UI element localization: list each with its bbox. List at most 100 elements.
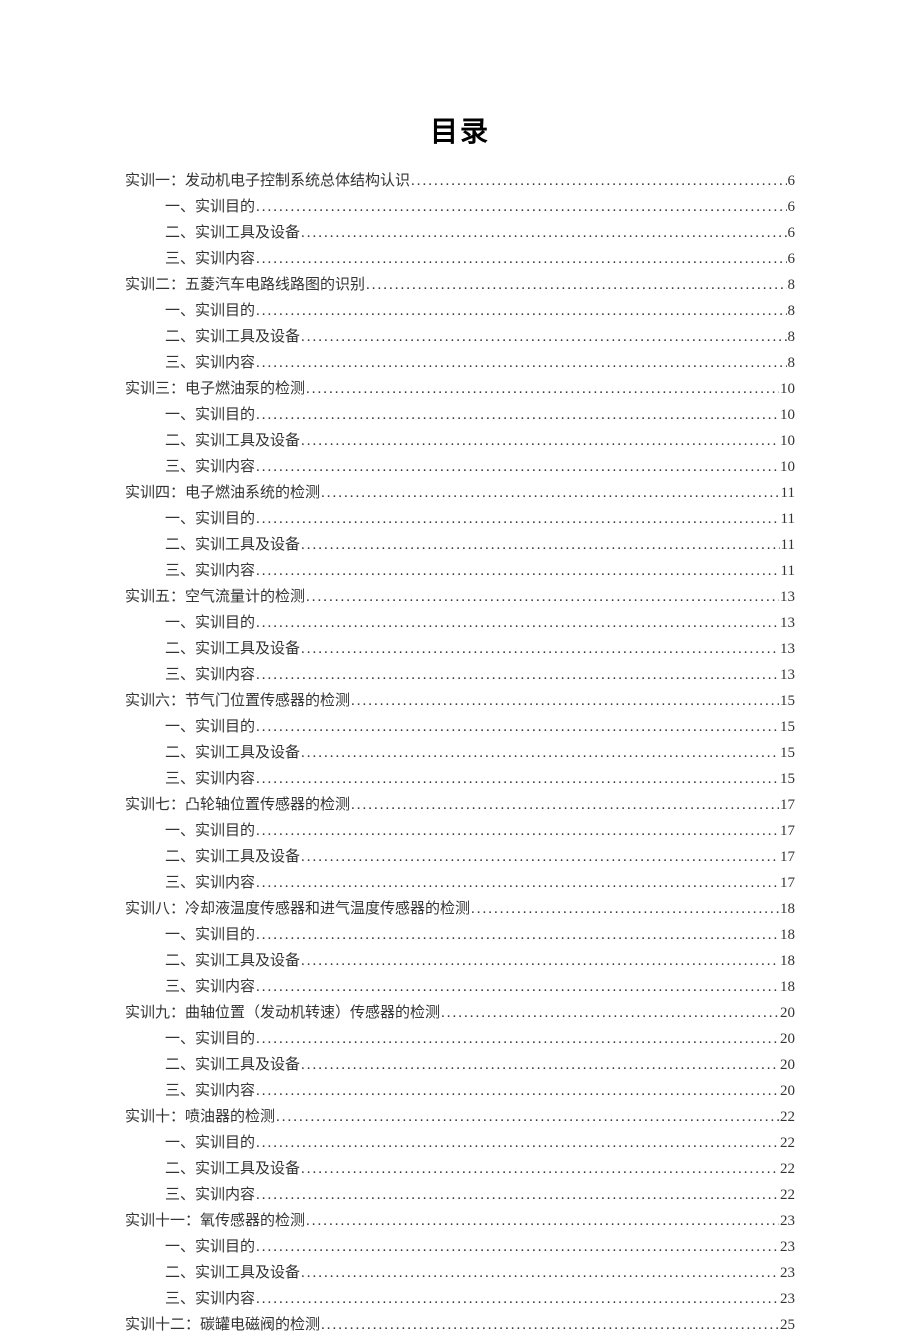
toc-page-number: 15: [780, 740, 795, 766]
toc-entry: 一、实训目的 23: [125, 1234, 795, 1260]
toc-entry: 二、实训工具及设备8: [125, 324, 795, 350]
toc-entry-text: 一、实训目的: [165, 298, 255, 324]
toc-leader-dots: [256, 402, 779, 428]
toc-entry-text: 三、实训内容: [165, 766, 255, 792]
toc-entry-text: 二、实训工具及设备: [165, 844, 300, 870]
toc-entry: 实训十二：碳罐电磁阀的检测25: [125, 1312, 795, 1338]
toc-page-number: 20: [780, 1052, 795, 1078]
toc-leader-dots: [256, 922, 779, 948]
toc-entry: 二、实训工具及设备6: [125, 220, 795, 246]
toc-entry: 三、实训内容17: [125, 870, 795, 896]
toc-entry: 三、实训内容8: [125, 350, 795, 376]
toc-entry-text: 一、实训目的: [165, 714, 255, 740]
toc-page-number: 11: [781, 558, 795, 584]
toc-leader-dots: [256, 506, 780, 532]
toc-leader-dots: [256, 610, 779, 636]
toc-entry-text: 三、实训内容: [165, 870, 255, 896]
toc-leader-dots: [256, 558, 780, 584]
toc-entry-text: 三、实训内容: [165, 246, 255, 272]
toc-leader-dots: [256, 350, 786, 376]
toc-leader-dots: [256, 870, 779, 896]
toc-entry: 二、实训工具及设备15: [125, 740, 795, 766]
toc-leader-dots: [306, 1208, 779, 1234]
toc-entry: 三、实训内容23: [125, 1286, 795, 1312]
toc-page-number: 22: [780, 1130, 795, 1156]
toc-entry: 实训二：五菱汽车电路线路图的识别8: [125, 272, 795, 298]
toc-leader-dots: [471, 896, 779, 922]
toc-entry: 三、实训内容10: [125, 454, 795, 480]
toc-entry-text: 实训七：凸轮轴位置传感器的检测: [125, 792, 350, 818]
toc-leader-dots: [366, 272, 786, 298]
toc-entry-text: 一、实训目的: [165, 1234, 255, 1260]
toc-entry-text: 三、实训内容: [165, 1078, 255, 1104]
toc-entry: 一、实训目的10: [125, 402, 795, 428]
toc-leader-dots: [256, 1078, 779, 1104]
toc-leader-dots: [301, 948, 779, 974]
toc-page-number: 22: [780, 1182, 795, 1208]
toc-entry-text: 实训六：节气门位置传感器的检测: [125, 688, 350, 714]
toc-leader-dots: [301, 636, 779, 662]
toc-entry-text: 二、实训工具及设备: [165, 220, 300, 246]
toc-page-number: 18: [780, 896, 795, 922]
toc-entry: 二、实训工具及设备23: [125, 1260, 795, 1286]
toc-entry: 一、实训目的 17: [125, 818, 795, 844]
toc-entry: 三、实训内容 20: [125, 1078, 795, 1104]
toc-entry-text: 三、实训内容: [165, 974, 255, 1000]
toc-leader-dots: [256, 1130, 779, 1156]
toc-entry: 一、实训目的 8: [125, 298, 795, 324]
toc-entry-text: 实训八：冷却液温度传感器和进气温度传感器的检测: [125, 896, 470, 922]
toc-leader-dots: [301, 740, 779, 766]
toc-page-number: 18: [780, 922, 795, 948]
toc-leader-dots: [301, 844, 779, 870]
toc-page-number: 8: [788, 298, 796, 324]
toc-entry-text: 实训五：空气流量计的检测: [125, 584, 305, 610]
toc-leader-dots: [351, 792, 779, 818]
toc-page-number: 20: [780, 1078, 795, 1104]
toc-entry: 二、实训工具及设备13: [125, 636, 795, 662]
toc-entry: 实训八：冷却液温度传感器和进气温度传感器的检测 18: [125, 896, 795, 922]
toc-entry: 实训九：曲轴位置（发动机转速）传感器的检测20: [125, 1000, 795, 1026]
toc-entry-text: 二、实训工具及设备: [165, 1052, 300, 1078]
toc-page-number: 22: [780, 1156, 795, 1182]
toc-entry-text: 三、实训内容: [165, 1182, 255, 1208]
toc-entry-text: 实训三：电子燃油泵的检测: [125, 376, 305, 402]
toc-page-number: 13: [780, 610, 795, 636]
toc-page-number: 8: [788, 350, 796, 376]
toc-entry-text: 一、实训目的: [165, 922, 255, 948]
toc-page-number: 20: [780, 1026, 795, 1052]
toc-page-number: 13: [780, 662, 795, 688]
toc-entry: 实训六：节气门位置传感器的检测15: [125, 688, 795, 714]
toc-page-number: 11: [781, 480, 795, 506]
toc-entry: 二、实训工具及设备10: [125, 428, 795, 454]
toc-entry-text: 实训二：五菱汽车电路线路图的识别: [125, 272, 365, 298]
toc-leader-dots: [301, 532, 780, 558]
toc-entry-text: 实训一：发动机电子控制系统总体结构认识: [125, 168, 410, 194]
toc-entry-text: 实训十二：碳罐电磁阀的检测: [125, 1312, 320, 1338]
toc-leader-dots: [256, 766, 779, 792]
toc-entry-text: 实训四：电子燃油系统的检测: [125, 480, 320, 506]
toc-page-number: 23: [780, 1208, 795, 1234]
toc-leader-dots: [306, 376, 779, 402]
toc-page-number: 23: [780, 1234, 795, 1260]
toc-entry-text: 一、实训目的: [165, 818, 255, 844]
toc-leader-dots: [301, 1156, 779, 1182]
toc-entry-text: 一、实训目的: [165, 506, 255, 532]
toc-entry: 三、实训内容6: [125, 246, 795, 272]
toc-leader-dots: [321, 1312, 779, 1338]
toc-leader-dots: [256, 662, 779, 688]
toc-entry-text: 一、实训目的: [165, 194, 255, 220]
toc-page-number: 8: [788, 324, 796, 350]
toc-page-number: 17: [780, 818, 795, 844]
toc-entry-text: 二、实训工具及设备: [165, 1260, 300, 1286]
toc-entry-text: 二、实训工具及设备: [165, 636, 300, 662]
toc-entry: 二、实训工具及设备11: [125, 532, 795, 558]
toc-page-number: 15: [780, 714, 795, 740]
toc-entry-text: 一、实训目的: [165, 1026, 255, 1052]
toc-page-number: 10: [780, 428, 795, 454]
toc-page-number: 11: [781, 506, 795, 532]
toc-page-number: 23: [780, 1286, 795, 1312]
toc-title: 目录: [125, 110, 795, 150]
toc-page-number: 10: [780, 402, 795, 428]
toc-entry-text: 二、实训工具及设备: [165, 532, 300, 558]
toc-entry: 二、实训工具及设备22: [125, 1156, 795, 1182]
